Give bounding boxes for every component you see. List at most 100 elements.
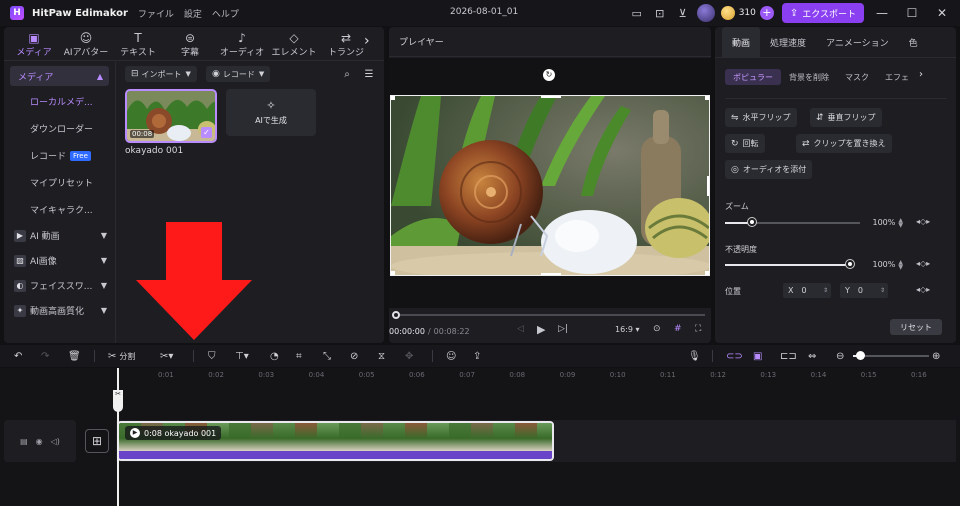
tabs-scroll-right-icon[interactable]: › [364,33,370,49]
freeze-icon[interactable]: ⊘ [350,348,358,364]
snapshot-icon[interactable]: ⊙ [653,324,661,334]
text-tool-icon[interactable]: ⊤▾ [235,348,249,364]
rotate-button[interactable]: ↻ 回転 [725,134,765,153]
player-scrubber[interactable] [392,311,705,319]
crop-icon[interactable]: ⌗ [296,348,302,364]
layout-icon[interactable]: ▭ [627,3,647,23]
import-button[interactable]: ⊟ インポート ▼ [125,66,197,82]
resize-handle-corner-br[interactable] [705,271,709,275]
grid-icon[interactable]: # [674,324,682,334]
fullscreen-icon[interactable]: ⛶ [695,324,701,334]
sidebar-item-record[interactable]: レコード Free [4,142,115,169]
preview-video[interactable] [390,95,710,276]
smart-cut-icon[interactable]: ✂▾ [160,348,173,364]
subtab-popular[interactable]: ポピュラー [725,69,781,85]
track-lock-icon[interactable]: ▤ [20,437,28,446]
avatar[interactable] [696,4,715,22]
keyframe-icon[interactable]: ◂◇▸ [916,259,930,268]
sidebar-group-ai-image[interactable]: ▨ AI画像 ▼ [4,248,115,273]
delete-icon[interactable]: 🗑 [68,348,81,364]
sidebar-group-face-swap[interactable]: ◐ フェイススワ... ▼ [4,273,115,298]
sidebar-item-my-characters[interactable]: マイキャラク... [4,196,115,223]
subtab-effect[interactable]: エフェ [877,69,917,85]
zoom-in-icon[interactable]: ⊕ [932,348,940,364]
timeline-zoom-knob[interactable] [856,351,865,360]
resize-icon[interactable]: ⤡ [323,348,331,364]
link-icon[interactable]: ▣ [753,348,762,364]
tab-media[interactable]: ▣ メディア [8,28,60,60]
sidebar-item-my-presets[interactable]: マイプリセット [4,169,115,196]
snap-icon[interactable]: ⊏⊐ [780,348,797,364]
list-view-icon[interactable]: ☰ [361,66,377,82]
zoom-slider-knob[interactable] [748,218,756,226]
tab-text[interactable]: T テキスト [112,28,164,60]
split-button[interactable]: ✂ 分割 [108,348,135,364]
add-credits-button[interactable]: + [759,6,774,20]
position-y-input[interactable]: Y 0 ⇕ [840,283,888,298]
export-clip-icon[interactable]: ⇪ [473,348,481,364]
export-button[interactable]: ⇪ エクスポート [781,3,864,23]
scrubber-knob[interactable] [392,311,400,319]
add-media-icon[interactable]: ⊞ [85,429,109,453]
marker-icon[interactable]: ⛉ [208,348,216,364]
stabilize-icon[interactable]: ✥ [405,348,413,364]
playhead-handle[interactable]: ✂ [113,390,123,412]
prev-frame-icon[interactable]: ◁ [517,324,524,334]
redo-icon[interactable]: ↷ [41,348,49,364]
tab-subtitle[interactable]: ⊜ 字幕 [164,28,216,60]
undo-icon[interactable]: ↶ [14,348,22,364]
sidebar-item-local-media[interactable]: ローカルメデ... [4,88,115,115]
tab-speed[interactable]: 処理速度 [760,27,816,58]
zoom-value[interactable]: 100% ▲ ▼ [865,215,904,230]
sidebar-item-downloader[interactable]: ダウンローダー [4,115,115,142]
flip-vertical-button[interactable]: ⇵ 垂直フリップ [810,108,882,127]
magnet-icon[interactable]: ⊂⊃ [726,348,743,364]
tab-audio[interactable]: ♪ オーディオ [216,28,268,60]
resize-handle-corner-tl[interactable] [391,96,395,100]
resize-handle-corner-bl[interactable] [391,271,395,275]
playhead[interactable] [117,368,119,506]
player-stage[interactable]: ↻ [389,58,711,308]
sidebar-group-enhance[interactable]: ✦ 動画高画質化 ▼ [4,298,115,323]
attach-audio-button[interactable]: ◎ オーディオを添付 [725,160,813,179]
ai-generate-button[interactable]: ✧ AIで生成 [226,89,316,136]
keyframe-icon[interactable]: ◂◇▸ [916,285,930,294]
replace-clip-button[interactable]: ⇄ クリップを置き換え [796,134,892,153]
close-button[interactable]: ✕ [930,6,954,20]
menu-help[interactable]: ヘルプ [212,7,239,20]
play-icon[interactable]: ▶ [537,323,545,336]
keyframe-icon[interactable]: ◂◇▸ [916,217,930,226]
track-visibility-icon[interactable]: ◉ [36,437,43,446]
timeline-ruler[interactable]: 0:01 0:02 0:03 0:04 0:05 0:06 0:07 0:08 0:09 0:10… [116,368,960,384]
maximize-button[interactable]: ☐ [900,6,924,20]
reset-button[interactable]: リセット [890,319,942,335]
tab-animation[interactable]: アニメーション [816,27,899,58]
rotate-handle-icon[interactable]: ↻ [543,69,555,81]
speed-icon[interactable]: ◔ [270,348,279,364]
media-thumbnail[interactable]: 00:08 ✓ [125,89,217,143]
aspect-ratio-select[interactable]: 16:9 ▾ [615,325,640,334]
resize-handle-right[interactable] [707,176,709,196]
tab-video[interactable]: 動画 [722,27,761,58]
microphone-icon[interactable]: 🎙 [688,348,701,364]
flip-horizontal-button[interactable]: ⇋ 水平フリップ [725,108,797,127]
opacity-slider-knob[interactable] [846,260,854,268]
tab-element[interactable]: ◇ エレメント [268,28,320,60]
tab-color[interactable]: 色 [899,27,928,58]
feedback-icon[interactable]: ⊡ [650,3,670,23]
subtabs-scroll-right-icon[interactable]: › [919,69,923,85]
minimize-button[interactable]: — [870,6,894,20]
track-mute-icon[interactable]: ◁) [51,437,60,446]
resize-handle-bottom[interactable] [541,273,561,275]
download-icon[interactable]: ⊻ [673,3,693,23]
menu-file[interactable]: ファイル [138,7,174,20]
menu-settings[interactable]: 設定 [184,7,202,20]
subtab-remove-bg[interactable]: 背景を削除 [781,69,837,85]
fit-timeline-icon[interactable]: ⇔ [808,348,816,364]
next-frame-icon[interactable]: ▷| [558,324,568,334]
position-x-input[interactable]: X 0 ⇕ [783,283,831,298]
sidebar-media-header[interactable]: メディア ▲ [10,66,109,86]
face-tracking-icon[interactable]: ☺ [446,348,456,364]
resize-handle-corner-tr[interactable] [705,96,709,100]
subtab-mask[interactable]: マスク [837,69,877,85]
